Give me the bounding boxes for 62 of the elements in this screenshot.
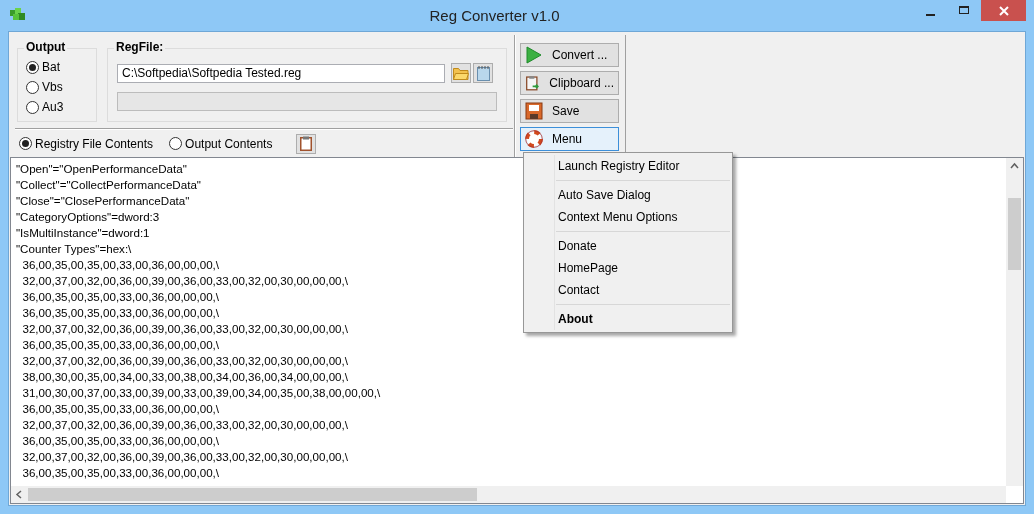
horizontal-scrollbar[interactable] — [11, 486, 1006, 503]
clipboard-button[interactable]: Clipboard ... — [520, 71, 619, 95]
window-title: Reg Converter v1.0 — [428, 7, 561, 24]
group-title: RegFile: — [114, 40, 166, 54]
text-line: 31,00,30,00,37,00,33,00,39,00,33,00,39,00,34,00,35,00,38,00,00,00,\ — [21, 385, 381, 401]
radio-button[interactable] — [26, 80, 39, 94]
play-icon — [525, 46, 543, 64]
notepad-button[interactable] — [473, 63, 493, 83]
radio-button[interactable] — [26, 60, 39, 74]
text-line: 32,00,37,00,32,00,36,00,39,00,36,00,33,00,32,00,30,00,00,00,\ — [21, 417, 348, 433]
menu-item[interactable]: Context Menu Options — [526, 206, 730, 228]
clipboard-icon — [525, 74, 541, 92]
scrollbar-thumb[interactable] — [28, 488, 477, 501]
radio-button[interactable] — [169, 137, 183, 150]
radio-button[interactable] — [26, 100, 39, 114]
text-line: "Close"="ClosePerformanceData" — [16, 193, 190, 209]
menu-item[interactable]: About — [526, 308, 730, 330]
scrollbar-thumb[interactable] — [1008, 198, 1021, 270]
notepad-icon — [476, 65, 490, 81]
text-line: 32,00,37,00,32,00,36,00,39,00,36,00,33,00,32,00,30,00,00,00,\ — [21, 273, 348, 289]
maximize-icon — [958, 6, 970, 15]
file-path-field[interactable]: C:\Softpedia\Softpedia Tested.reg — [117, 63, 445, 83]
close-icon — [998, 5, 1009, 16]
text-line: 36,00,35,00,35,00,33,00,36,00,00,00,\ — [21, 257, 220, 273]
minimize-icon — [925, 13, 935, 16]
text-line: 36,00,35,00,35,00,33,00,36,00,00,00,\ — [21, 337, 220, 353]
text-line: 36,00,35,00,35,00,33,00,36,00,00,00,\ — [21, 305, 220, 321]
menu-item[interactable]: Contact — [526, 279, 730, 301]
text-line: "Counter Types"=hex:\ — [16, 241, 132, 257]
menu-button[interactable]: Menu — [520, 127, 619, 151]
convert-button[interactable]: Convert ... — [520, 43, 619, 67]
folder-icon — [453, 66, 469, 80]
group-title: Output — [24, 40, 68, 54]
text-line: 36,00,35,00,35,00,33,00,36,00,00,00,\ — [21, 289, 220, 305]
text-line: "IsMultiInstance"=dword:1 — [16, 225, 150, 241]
menu-item[interactable]: HomePage — [526, 257, 730, 279]
clipboard-icon — [300, 136, 313, 151]
radio-label[interactable]: Bat — [42, 60, 60, 74]
save-button[interactable]: Save — [520, 99, 619, 123]
text-line: "CategoryOptions"=dword:3 — [16, 209, 160, 225]
radio-label[interactable]: Output Contents — [185, 136, 273, 151]
text-line: 38,00,30,00,35,00,34,00,33,00,38,00,34,00,36,00,34,00,00,00,\ — [21, 369, 348, 385]
vertical-scrollbar[interactable] — [1006, 158, 1023, 486]
lifebuoy-icon — [525, 130, 543, 148]
text-line: 32,00,37,00,32,00,36,00,39,00,36,00,33,00,32,00,30,00,00,00,\ — [21, 353, 348, 369]
text-line: 36,00,35,00,35,00,33,00,36,00,00,00,\ — [21, 401, 220, 417]
radio-button[interactable] — [19, 137, 32, 150]
text-line: 36,00,35,00,35,00,33,00,36,00,00,00,\ — [21, 465, 220, 481]
radio-label[interactable]: Registry File Contents — [35, 136, 154, 151]
close-button[interactable] — [981, 0, 1026, 21]
text-line: 32,00,37,00,32,00,36,00,39,00,36,00,33,00,32,00,30,00,00,00,\ — [21, 321, 348, 337]
text-line: 32,00,37,00,32,00,36,00,39,00,36,00,33,00,32,00,30,00,00,00,\ — [21, 449, 348, 465]
app-icon — [10, 7, 26, 21]
radio-label[interactable]: Au3 — [42, 100, 64, 114]
text-line: 36,00,35,00,35,00,33,00,36,00,00,00,\ — [21, 433, 220, 449]
menu-item[interactable]: Launch Registry Editor — [526, 155, 730, 177]
text-line: "Collect"="CollectPerformanceData" — [16, 177, 201, 193]
text-line: "Open"="OpenPerformanceData" — [16, 161, 187, 177]
menu-item[interactable]: Donate — [526, 235, 730, 257]
radio-label[interactable]: Vbs — [42, 80, 63, 94]
copy-button[interactable] — [296, 133, 317, 154]
menu-item[interactable]: Auto Save Dialog — [526, 184, 730, 206]
